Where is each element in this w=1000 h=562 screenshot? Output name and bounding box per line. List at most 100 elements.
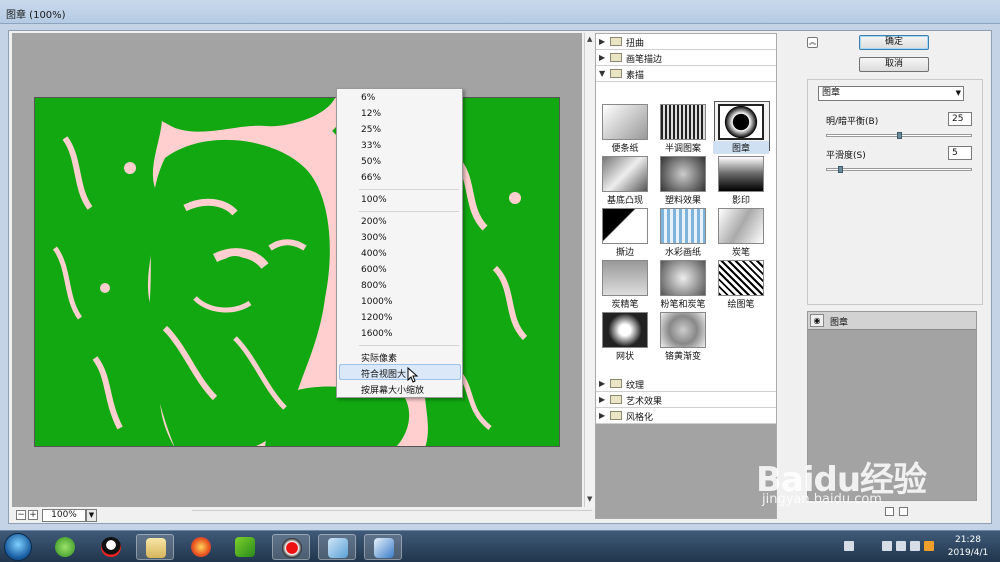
zoom-out-button[interactable]: − [16,510,26,520]
smoothness-slider[interactable] [826,166,972,173]
zoom-option[interactable]: 400% [361,249,387,259]
category-distort[interactable]: ▶ 扭曲 [596,34,776,50]
category-texture[interactable]: ▶ 纹理 [596,376,776,392]
filter-thumbnail-label: 影印 [731,196,750,206]
taskbar-app-qq[interactable] [92,534,130,560]
expand-arrow-icon[interactable]: ▶ [599,395,605,404]
effect-layer-name: 图章 [830,318,849,328]
filter-thumbnail-label: 塑料效果 [664,196,701,206]
zoom-in-button[interactable]: + [28,510,38,520]
filter-thumbnail-label: 炭精笔 [611,300,639,310]
zoom-option[interactable]: 200% [361,217,387,227]
scroll-up-icon[interactable]: ▲ [587,35,595,43]
fit-view-option[interactable]: 符合视图大 [361,367,406,380]
slider-handle[interactable] [897,132,902,139]
expand-arrow-icon[interactable]: ▶ [599,37,605,46]
folder-icon [610,411,622,420]
keyboard-icon[interactable] [844,541,854,551]
category-artistic[interactable]: ▶ 艺术效果 [596,392,776,408]
filter-thumbnail[interactable] [718,156,764,192]
filter-thumbnail-label: 撕边 [615,248,634,258]
eye-icon[interactable]: ◉ [810,314,824,327]
zoom-option[interactable]: 600% [361,265,387,275]
baidu-watermark: Baidu经验 jingyan.baidu.com [756,452,956,512]
zoom-option[interactable]: 1000% [361,297,392,307]
zoom-option[interactable]: 100% [361,195,387,205]
taskbar-app-360-browser[interactable] [46,534,84,560]
actual-pixels-option[interactable]: 实际像素 [361,351,397,364]
preview-horizontal-scrollbar[interactable] [192,510,592,521]
filter-thumbnail[interactable] [602,312,648,348]
collapse-gallery-icon[interactable]: ︽ [807,37,818,48]
zoom-option[interactable]: 66% [361,173,381,183]
taskbar-app-firefox[interactable] [182,534,220,560]
menu-separator [359,211,459,212]
taskbar-app-explorer[interactable] [136,534,174,560]
chevron-down-icon: ▼ [955,89,961,97]
cancel-button[interactable]: 取消 [859,57,929,72]
safely-remove-icon[interactable] [896,541,906,551]
zoom-level-field[interactable]: 100% [42,509,86,522]
filter-thumbnail-label: 半调图案 [664,144,701,154]
expand-arrow-icon[interactable]: ▶ [599,379,605,388]
title-bar[interactable]: 图章 (100%) [0,0,1000,24]
start-button[interactable] [4,533,32,561]
filter-thumbnail[interactable] [602,104,648,140]
folder-icon [146,538,166,558]
video-player-icon [235,537,255,557]
category-sketch[interactable]: ▼ 素描 [596,66,776,82]
taskbar-app-photoshop[interactable] [364,534,402,560]
preview-canvas[interactable] [12,33,582,507]
ok-button[interactable]: 确定 [859,35,929,50]
filter-thumbnail[interactable] [602,156,648,192]
zoom-option[interactable]: 50% [361,157,381,167]
taskbar-app-recorder[interactable] [272,534,310,560]
collapse-arrow-icon[interactable]: ▼ [599,69,605,78]
taskbar: 21:28 2019/4/1 [0,530,1000,562]
speaker-icon[interactable] [910,541,920,551]
effect-layer-row[interactable]: ◉ 图章 [808,312,976,330]
zoom-option[interactable]: 1200% [361,313,392,323]
zoom-dropdown-button[interactable]: ▼ [86,509,97,522]
zoom-option[interactable]: 25% [361,125,381,135]
filter-thumbnail[interactable] [602,208,648,244]
firefox-icon [191,537,211,557]
flag-icon[interactable] [924,541,934,551]
zoom-option[interactable]: 1600% [361,329,392,339]
filter-thumbnail[interactable] [718,208,764,244]
filter-select[interactable]: 图章 ▼ [818,86,964,101]
filter-thumbnail[interactable] [602,260,648,296]
filter-thumbnail-label: 水彩画纸 [664,248,701,258]
filter-thumbnail[interactable] [660,312,706,348]
zoom-option[interactable]: 12% [361,109,381,119]
taskbar-app-word[interactable] [318,534,356,560]
filter-thumbnail[interactable] [660,104,706,140]
system-clock[interactable]: 21:28 2019/4/1 [940,534,996,560]
stamp-preview-image [34,97,560,447]
zoom-option[interactable]: 800% [361,281,387,291]
taskbar-app-iqiyi[interactable] [226,534,264,560]
expand-arrow-icon[interactable]: ▶ [599,411,605,420]
smoothness-input[interactable]: 5 [948,146,972,160]
filter-thumbnail-label: 图章 [713,141,769,154]
zoom-option[interactable]: 6% [361,93,375,103]
fit-screen-option[interactable]: 按屏幕大小缩放 [361,383,424,396]
category-stylize[interactable]: ▶ 风格化 [596,408,776,424]
category-brush-strokes[interactable]: ▶ 画笔描边 [596,50,776,66]
light-dark-balance-slider[interactable] [826,132,972,139]
expand-arrow-icon[interactable]: ▶ [599,53,605,62]
filter-thumbnail[interactable] [660,156,706,192]
network-icon[interactable] [882,541,892,551]
slider-handle[interactable] [838,166,843,173]
watermark-site: jingyan.baidu.com [762,492,882,507]
scroll-down-icon[interactable]: ▼ [587,495,595,503]
filter-thumbnail[interactable] [718,260,764,296]
zoom-option[interactable]: 300% [361,233,387,243]
zoom-option[interactable]: 33% [361,141,381,151]
filter-thumbnail[interactable] [718,104,764,140]
filter-thumbnail[interactable] [660,260,706,296]
filter-thumbnail[interactable] [660,208,706,244]
filter-settings: 图章 ▼ 明/暗平衡(B) 25 平滑度(S) 5 [807,79,983,305]
browser-icon [55,537,75,557]
light-dark-balance-input[interactable]: 25 [948,112,972,126]
